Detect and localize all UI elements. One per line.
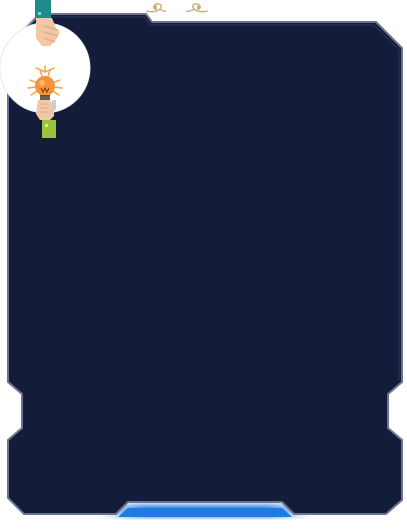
hand-reaching-icon xyxy=(36,100,56,138)
frame-card xyxy=(0,0,407,529)
right-swirl-ornament-icon xyxy=(185,3,209,13)
lightbulb-illustration xyxy=(0,0,91,138)
ornament-divider xyxy=(0,3,354,13)
left-swirl-ornament-icon xyxy=(145,3,167,13)
